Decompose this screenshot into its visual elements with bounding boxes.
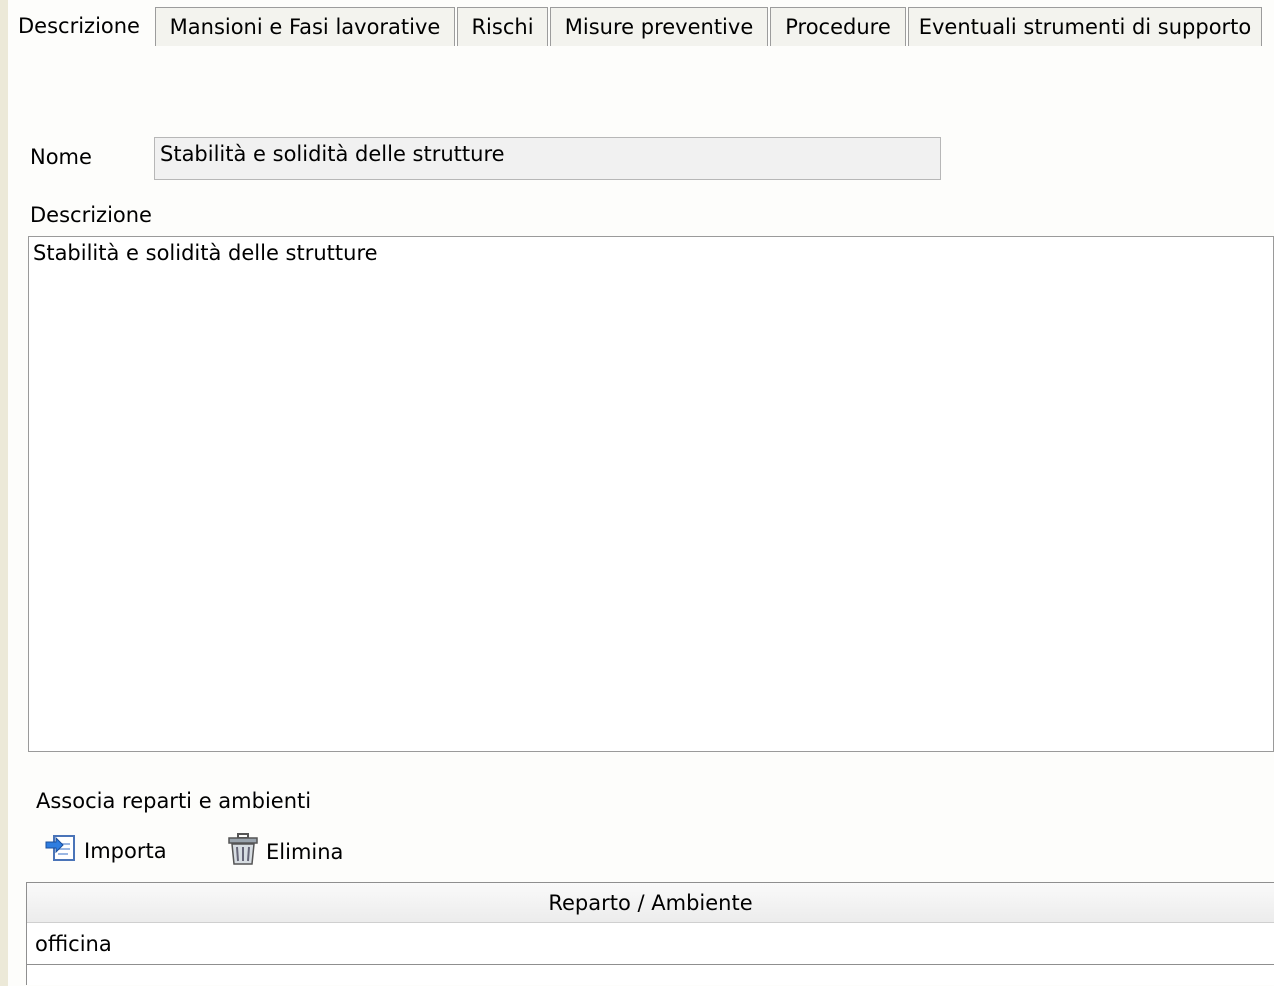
tab-strumenti-supporto[interactable]: Eventuali strumenti di supporto bbox=[908, 7, 1262, 46]
tab-procedure[interactable]: Procedure bbox=[770, 7, 906, 46]
delete-button[interactable]: Elimina bbox=[226, 832, 343, 871]
delete-label: Elimina bbox=[266, 839, 344, 864]
reparti-table: Reparto / Ambiente officina bbox=[26, 882, 1274, 985]
import-icon bbox=[44, 832, 78, 869]
trash-icon bbox=[226, 832, 260, 871]
tab-rischi[interactable]: Rischi bbox=[457, 7, 548, 46]
column-header-reparto-ambiente[interactable]: Reparto / Ambiente bbox=[27, 883, 1274, 923]
descrizione-textarea[interactable]: Stabilità e solidità delle strutture bbox=[28, 236, 1274, 752]
nome-field[interactable]: Stabilità e solidità delle strutture bbox=[154, 137, 941, 180]
import-label: Importa bbox=[84, 838, 167, 863]
tab-misure-preventive[interactable]: Misure preventive bbox=[550, 7, 768, 46]
tab-strip: Descrizione Mansioni e Fasi lavorative R… bbox=[8, 0, 1274, 47]
descrizione-label: Descrizione bbox=[30, 203, 152, 227]
nome-label: Nome bbox=[30, 145, 92, 169]
tab-mansioni-fasi[interactable]: Mansioni e Fasi lavorative bbox=[155, 7, 455, 46]
import-button[interactable]: Importa bbox=[44, 832, 167, 869]
associa-section-title: Associa reparti e ambienti bbox=[36, 789, 312, 813]
table-row[interactable]: officina bbox=[27, 923, 1274, 965]
tab-descrizione[interactable]: Descrizione bbox=[10, 0, 148, 47]
